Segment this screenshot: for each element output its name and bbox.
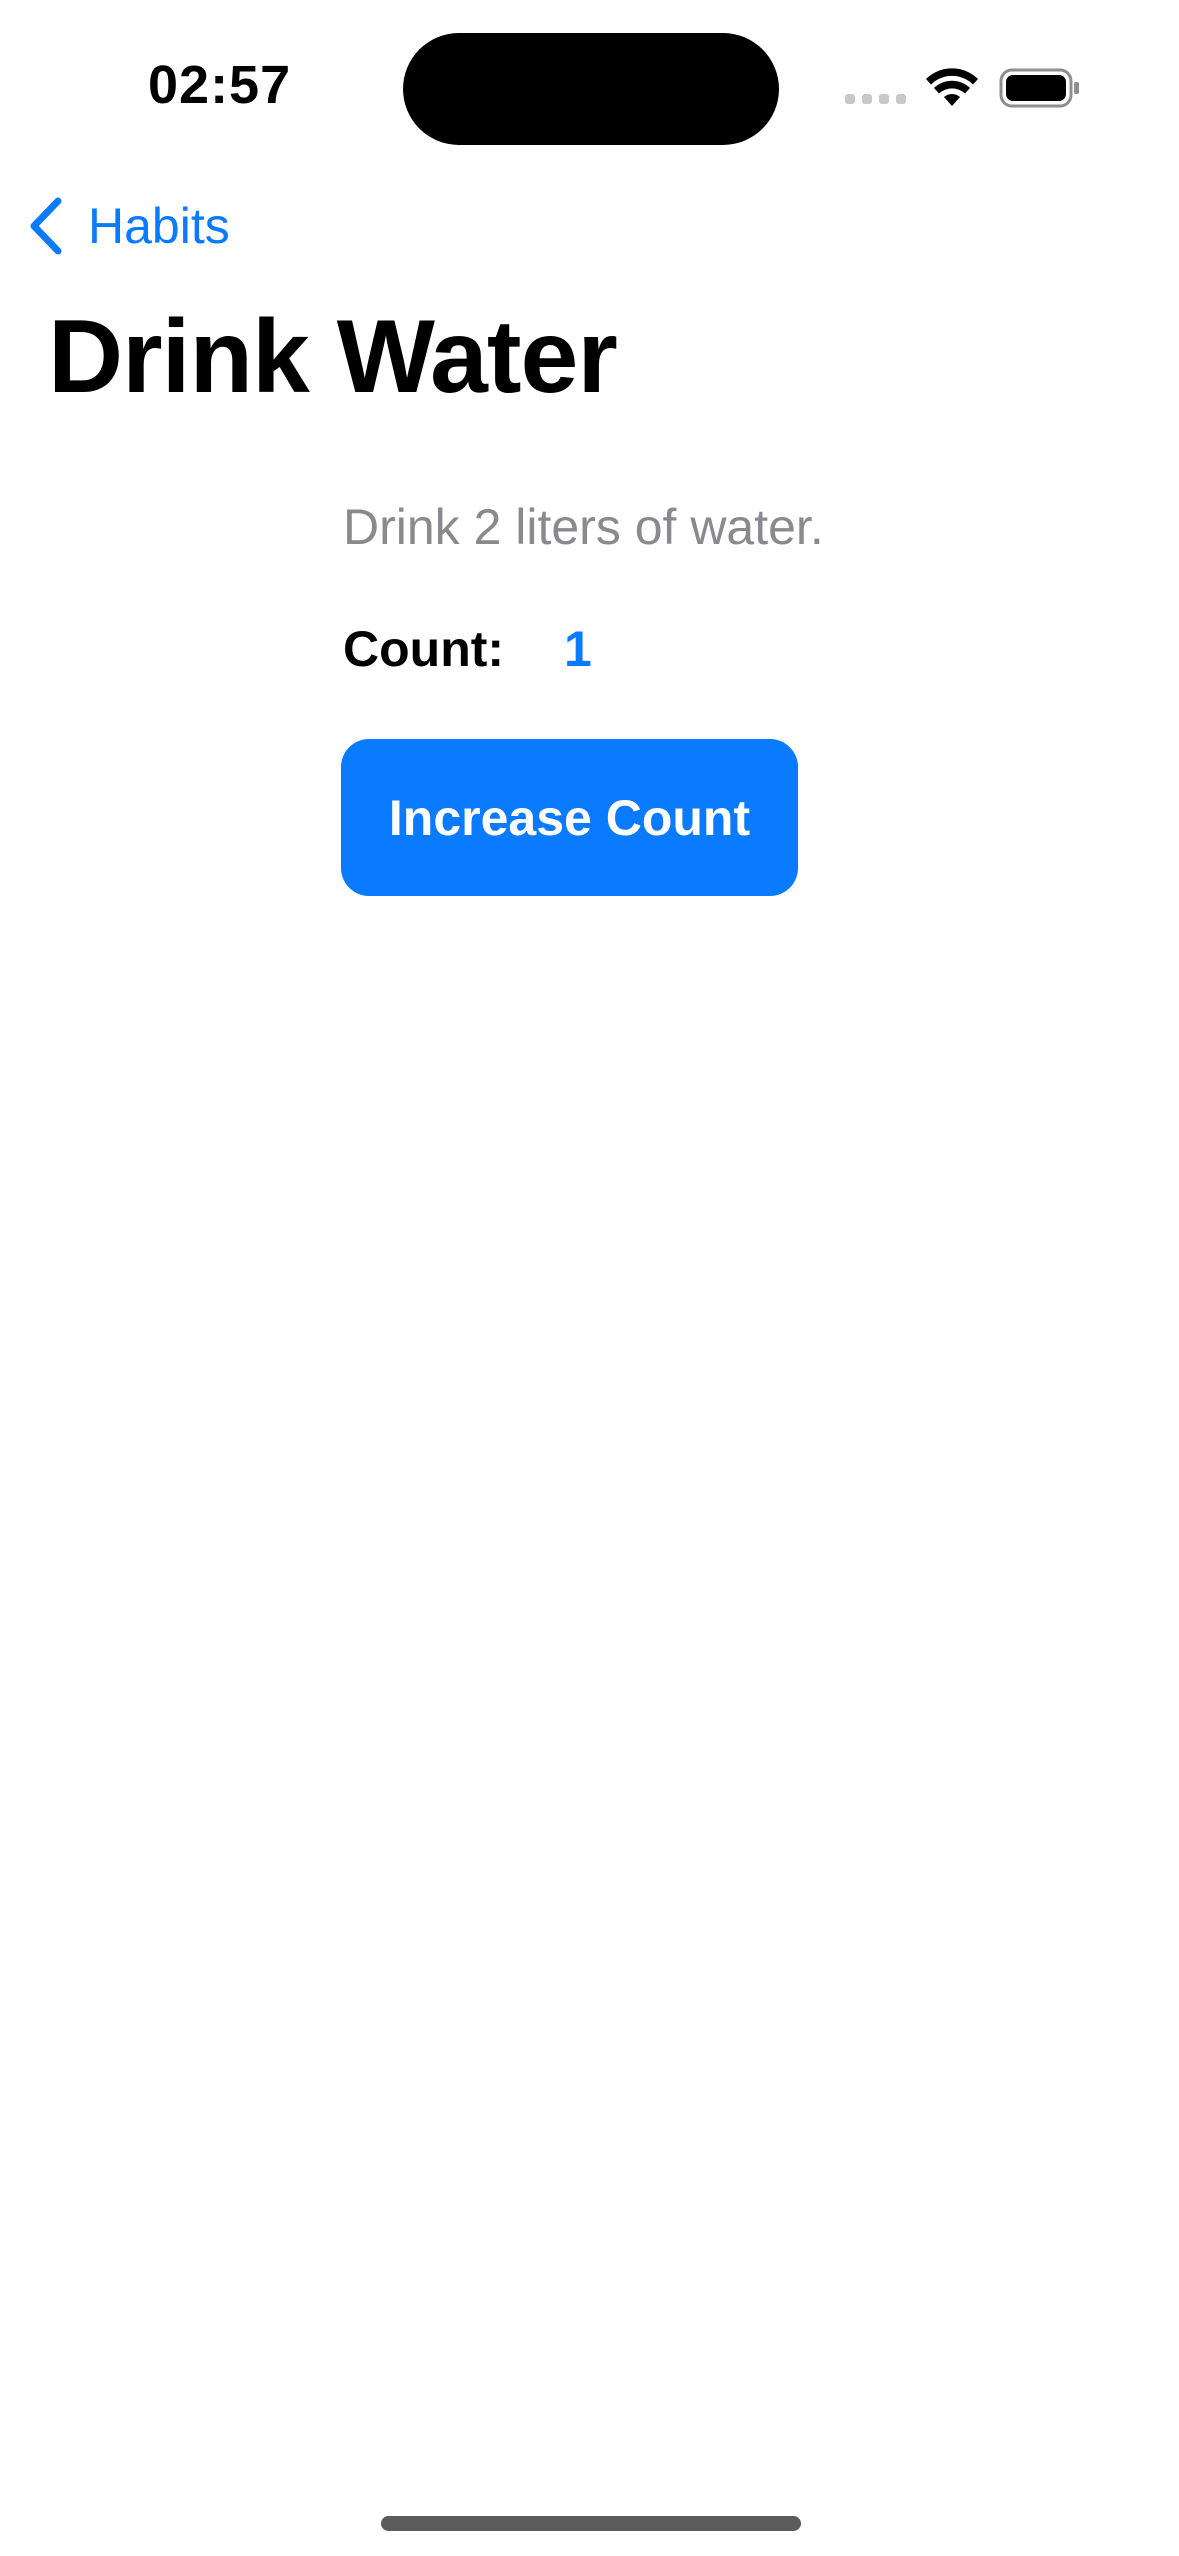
count-value: 1 [564,621,592,677]
increase-count-button[interactable]: Increase Count [341,739,798,896]
battery-icon [999,68,1079,108]
back-button[interactable]: Habits [26,195,230,257]
status-time: 02:57 [148,55,292,115]
page-title: Drink Water [48,299,618,415]
chevron-left-icon [30,197,62,255]
back-label: Habits [88,198,230,254]
habit-description: Drink 2 liters of water. [343,499,824,555]
home-indicator [381,2516,801,2531]
status-bar: 02:57 [0,0,1179,160]
wifi-icon [926,68,978,106]
cellular-signal-icon [845,94,906,104]
count-label: Count: [343,621,505,677]
count-row: Count: 1 [343,620,592,678]
dynamic-island [403,33,779,145]
